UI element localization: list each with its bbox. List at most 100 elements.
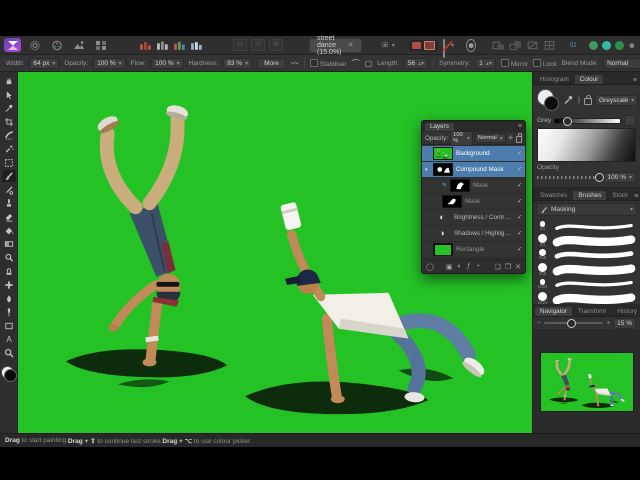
paint-mixer-brush-tool[interactable] (2, 197, 16, 209)
assistant-button[interactable]: ☻ (466, 39, 476, 52)
layer-row[interactable]: Rectangle ✓ (422, 242, 525, 258)
view-tool[interactable] (2, 75, 16, 87)
auto-colours-icon[interactable] (173, 40, 186, 51)
layer-visibility-checkbox[interactable]: ✓ (517, 230, 522, 237)
erase-brush-tool[interactable] (2, 211, 16, 223)
greyscale-picker-box[interactable] (537, 128, 636, 162)
grey-slider[interactable] (554, 118, 621, 124)
layer-row[interactable]: ▾ Compound Mask ✓ (422, 162, 525, 178)
layer-visibility-checkbox[interactable]: ✓ (517, 246, 522, 253)
status-dot-icon-1[interactable] (589, 41, 598, 50)
tab-transform[interactable]: Transform (573, 307, 611, 316)
crop-tool[interactable] (2, 116, 16, 128)
brush-item[interactable]: 64 (535, 219, 638, 233)
flood-fill-tool[interactable] (2, 225, 16, 237)
mirror-checkbox[interactable]: Mirror (501, 59, 528, 68)
brush-item[interactable]: 64 (535, 233, 638, 247)
tone-mapping-persona-button[interactable] (70, 38, 87, 52)
pen-tool[interactable] (2, 306, 16, 318)
layer-visibility-checkbox[interactable]: ✓ (517, 166, 522, 173)
layers-opacity-field[interactable]: 100 %▾ (450, 131, 473, 146)
opacity-field[interactable]: 100 %▾ (93, 58, 125, 69)
arrange-icon-2[interactable] (509, 40, 522, 51)
blend-mode-select[interactable]: Normal▾ (603, 58, 640, 69)
brush-category-select[interactable]: Masking ▾ (536, 203, 637, 216)
layer-thumbnail[interactable] (433, 163, 453, 176)
layer-thumbnail[interactable]: ◑ (433, 228, 451, 239)
status-dot-icon-2[interactable] (602, 41, 611, 50)
export-persona-button[interactable] (92, 38, 109, 52)
layer-row[interactable]: ◐ Brightness / Contrast Adjustment ✓ (422, 210, 525, 226)
layout-icon[interactable] (570, 40, 576, 51)
live-filter-icon[interactable]: ◔ (476, 263, 480, 271)
symmetry-field[interactable]: 1▴▾ (475, 58, 496, 69)
arrange-icon-1[interactable] (492, 40, 505, 51)
layer-row[interactable]: ✎ Mask ✓ (422, 178, 525, 194)
flood-select-tool[interactable] (2, 143, 16, 155)
panel-menu-icon[interactable]: ≡ (518, 123, 522, 130)
layer-row[interactable]: ◑ Shadows / Highlights Adjustment ✓ (422, 226, 525, 242)
tab-histogram[interactable]: Histogram (535, 75, 574, 84)
zoom-slider-knob[interactable] (567, 319, 576, 328)
gear-icon[interactable]: ✳ (508, 134, 514, 142)
tab-stock[interactable]: Stock (607, 191, 633, 200)
stabiliser-checkbox[interactable]: Stabiliser (310, 59, 347, 68)
tab-history[interactable]: History (612, 307, 640, 316)
rotate-right-button[interactable]: ▥ (251, 39, 265, 51)
expand-arrow-icon[interactable]: ▾ (425, 167, 430, 173)
layer-effects-icon[interactable]: ƒ (467, 263, 471, 271)
layer-thumbnail[interactable] (442, 195, 462, 208)
zoom-tool[interactable] (2, 347, 16, 359)
navigator-thumbnail[interactable] (540, 352, 634, 412)
layer-row[interactable]: Mask ✓ (422, 194, 525, 210)
lock-checkbox[interactable]: Lock (533, 59, 557, 68)
colour-selector-swatches[interactable] (1, 366, 16, 381)
brush-item[interactable]: 1024 (535, 277, 638, 291)
length-field[interactable]: 56▴▾ (404, 58, 428, 69)
zoom-slider[interactable] (544, 322, 603, 324)
window-stabiliser-icon[interactable]: ▢ (365, 59, 373, 68)
layers-blend-select[interactable]: Normal▾ (475, 133, 506, 143)
eyedropper-icon[interactable] (563, 94, 574, 107)
layer-visibility-checkbox[interactable]: ✓ (517, 182, 522, 189)
rotate-left-button[interactable]: ▤ (233, 39, 247, 51)
auto-levels-icon[interactable] (139, 40, 152, 51)
document-tab[interactable]: street dance (15.0%) ✕ (309, 38, 362, 53)
colour-opacity-slider[interactable] (537, 176, 601, 179)
zoom-out-button[interactable]: − (537, 320, 541, 327)
tab-navigator[interactable]: Navigator (535, 307, 572, 316)
auto-white-balance-icon[interactable] (190, 40, 203, 51)
layer-visibility-checkbox[interactable]: ✓ (517, 150, 522, 157)
move-tool[interactable] (2, 89, 16, 101)
snapping-off-icon[interactable] (442, 40, 447, 51)
rope-stabiliser-icon[interactable]: ⌒ (352, 58, 360, 69)
adjustment-icon[interactable]: ◐ (457, 263, 461, 271)
blur-brush-tool[interactable] (2, 293, 16, 305)
colour-picker-tool[interactable] (2, 102, 16, 114)
zoom-in-button[interactable]: + (606, 320, 610, 327)
width-field[interactable]: 64 px▾ (29, 58, 59, 69)
lock-icon[interactable] (584, 98, 592, 105)
brush-item[interactable]: 256 (535, 248, 638, 262)
grey-value-field[interactable] (624, 115, 636, 126)
colour-profile-icon[interactable] (424, 41, 435, 50)
healing-brush-tool[interactable] (2, 279, 16, 291)
arrange-icon-3[interactable] (526, 40, 539, 51)
arrange-icon-4[interactable] (543, 40, 556, 51)
auto-contrast-icon[interactable] (156, 40, 169, 51)
tab-brushes[interactable]: Brushes (573, 191, 606, 200)
hardness-field[interactable]: 83 %▾ (223, 58, 252, 69)
lock-icon[interactable] (516, 136, 523, 143)
account-icon[interactable]: ☻ (628, 40, 636, 51)
panel-menu-icon[interactable]: ≡ (634, 193, 639, 200)
layers-panel-header[interactable]: Layers ≡ (422, 121, 525, 132)
liquify-persona-button[interactable] (26, 38, 43, 52)
panel-menu-icon[interactable]: ≡ (633, 77, 638, 84)
selection-brush-tool[interactable] (2, 129, 16, 141)
colour-format-icon[interactable] (412, 42, 421, 49)
layer-visibility-checkbox[interactable]: ✓ (517, 198, 522, 205)
navigator-preview-area[interactable] (533, 331, 640, 434)
clone-brush-tool[interactable] (2, 265, 16, 277)
delete-layer-icon[interactable]: ✕ (515, 263, 521, 271)
brush-item[interactable]: 256 (535, 262, 638, 276)
